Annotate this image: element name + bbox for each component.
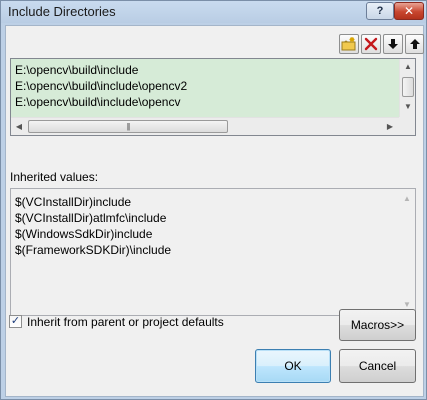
move-down-icon (388, 39, 398, 49)
cancel-button[interactable]: Cancel (339, 349, 416, 383)
vertical-scroll-thumb[interactable] (402, 77, 414, 97)
list-item: $(VCInstallDir)include (15, 195, 132, 209)
close-button[interactable]: ✕ (394, 2, 424, 20)
dialog-body: E:\opencv\build\include E:\opencv\build\… (5, 25, 424, 397)
list-item[interactable]: E:\opencv\build\include\opencv2 (15, 78, 187, 94)
list-item: $(WindowsSdkDir)include (15, 227, 153, 241)
help-button[interactable]: ? (366, 2, 394, 20)
inherit-checkbox[interactable]: ✓ (9, 315, 22, 328)
move-down-button[interactable] (383, 34, 403, 54)
inherited-values-list: $(VCInstallDir)include $(VCInstallDir)at… (10, 188, 416, 316)
scroll-left-icon[interactable]: ◀ (11, 119, 27, 135)
list-item: $(FrameworkSDKDir)\include (15, 243, 172, 257)
inherit-checkbox-label[interactable]: Inherit from parent or project defaults (27, 314, 224, 330)
new-line-button[interactable] (339, 34, 359, 54)
inherited-values-label: Inherited values: (10, 170, 99, 184)
vertical-scrollbar[interactable]: ▲ ▼ (399, 59, 415, 117)
move-up-icon (409, 39, 420, 49)
new-line-icon (341, 37, 356, 51)
horizontal-scrollbar[interactable]: ◀ ||| ▶ (11, 117, 399, 135)
scroll-down-icon[interactable]: ▼ (400, 99, 416, 115)
scroll-right-icon[interactable]: ▶ (382, 119, 398, 135)
move-up-button[interactable] (405, 34, 424, 54)
list-item[interactable]: E:\opencv\build\include (15, 62, 138, 78)
scroll-up-icon[interactable]: ▲ (400, 59, 416, 75)
list-item[interactable]: E:\opencv\build\include\opencv (15, 94, 180, 110)
title-bar[interactable]: Include Directories ? ✕ (1, 1, 426, 23)
scrollbar-corner (399, 117, 415, 135)
directories-list[interactable]: E:\opencv\build\include E:\opencv\build\… (10, 58, 416, 136)
dialog-title: Include Directories (8, 4, 116, 19)
macros-button[interactable]: Macros>> (339, 309, 416, 341)
delete-button[interactable] (361, 34, 381, 54)
delete-icon (364, 37, 378, 51)
horizontal-scroll-thumb[interactable]: ||| (28, 120, 228, 133)
vertical-scrollbar: ▲ ▼ (399, 189, 415, 315)
list-item: $(VCInstallDir)atlmfc\include (15, 211, 167, 225)
ok-button[interactable]: OK (255, 349, 331, 383)
dialog-window: Include Directories ? ✕ E:\opencv\build\… (0, 0, 427, 400)
scroll-up-icon: ▲ (403, 194, 411, 203)
